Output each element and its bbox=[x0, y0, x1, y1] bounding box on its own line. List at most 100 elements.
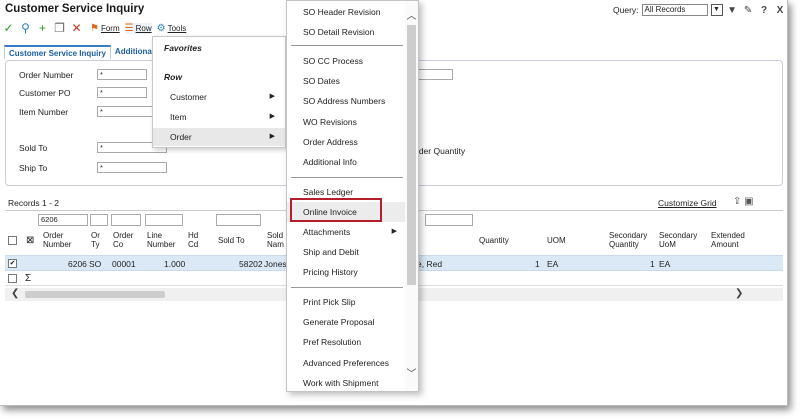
menu-item-sales-ledger[interactable]: Sales Ledger bbox=[287, 182, 405, 202]
close-icon[interactable]: X bbox=[774, 5, 787, 16]
col-or-ty[interactable]: Or Ty bbox=[91, 231, 109, 249]
row-menu-order[interactable]: Order ▶ bbox=[153, 128, 285, 146]
col-line-number[interactable]: Line Number bbox=[147, 231, 181, 249]
ship-to-field[interactable]: * bbox=[97, 162, 167, 173]
customer-po-field[interactable]: * bbox=[97, 87, 147, 98]
filter-sold-to[interactable] bbox=[216, 214, 261, 226]
query-area: Query: All Records ▼ ▼ ✎ ? X bbox=[613, 4, 787, 16]
form-icon: ⚑ bbox=[90, 22, 99, 34]
order-menu-scroll-thumb[interactable] bbox=[407, 25, 416, 285]
menu-item-pref-resolution[interactable]: Pref Resolution bbox=[287, 332, 405, 352]
filter-desc[interactable] bbox=[425, 214, 473, 226]
scroll-down-icon[interactable]: ﹀ bbox=[405, 365, 418, 380]
scroll-left-icon[interactable]: ❮ bbox=[11, 288, 19, 299]
select-all-checkbox[interactable] bbox=[8, 236, 17, 245]
menu-item-pricing-history[interactable]: Pricing History bbox=[287, 262, 405, 282]
search-icon[interactable]: ⚲ bbox=[17, 21, 34, 35]
toolbar: ✓ ⚲ + ❐ ✕ ⚑ Form ☰ Row ⚙ Tools bbox=[0, 20, 290, 36]
chevron-right-icon: ▶ bbox=[269, 133, 275, 140]
row-checkbox[interactable]: ✔ bbox=[8, 259, 17, 268]
filter-order-co[interactable] bbox=[111, 214, 141, 226]
menu-item-work-with-shipment[interactable]: Work with Shipment bbox=[287, 373, 405, 391]
col-quantity[interactable]: Quantity bbox=[479, 236, 509, 245]
cell-order-co: 00001 bbox=[112, 259, 136, 269]
menu-item-ship-and-debit[interactable]: Ship and Debit bbox=[287, 242, 405, 262]
form-menu-button[interactable]: ⚑ Form bbox=[90, 23, 120, 34]
row-menu-button[interactable]: ☰ Row bbox=[124, 22, 152, 34]
cell-line-number: 1.000 bbox=[164, 259, 186, 269]
col-sold-name[interactable]: Sold Nam bbox=[267, 231, 287, 249]
chevron-down-icon[interactable]: ▼ bbox=[710, 4, 723, 16]
cell-sold-to: 58202 bbox=[239, 259, 263, 269]
form-menu-label: Form bbox=[100, 23, 120, 33]
query-select[interactable]: All Records bbox=[641, 4, 708, 16]
tab-additional[interactable]: Additional bbox=[110, 45, 159, 59]
scroll-up-icon[interactable]: ︿ bbox=[405, 7, 418, 22]
grid-settings-icon[interactable]: ⊠ bbox=[26, 235, 34, 246]
right-input[interactable] bbox=[416, 69, 453, 80]
menu-item-attachments[interactable]: Attachments ▶ bbox=[287, 222, 405, 242]
menu-item-so-detail-revision[interactable]: SO Detail Revision bbox=[287, 22, 405, 42]
menu-item-so-header-revision[interactable]: SO Header Revision bbox=[287, 2, 405, 22]
app-title: Customer Service Inquiry bbox=[5, 3, 145, 15]
col-secondary-quantity[interactable]: Secondary Quantity bbox=[609, 231, 659, 249]
order-number-field[interactable]: * bbox=[97, 69, 147, 80]
row-menu-item[interactable]: Item ▶ bbox=[153, 108, 285, 126]
cell-secondary-quantity: 1 bbox=[650, 259, 655, 269]
menu-item-so-cc-process[interactable]: SO CC Process bbox=[287, 51, 405, 71]
add-icon[interactable]: + bbox=[34, 21, 51, 35]
totals-checkbox[interactable] bbox=[8, 274, 17, 283]
gear-icon: ⚙ bbox=[156, 22, 166, 34]
customize-grid-link[interactable]: Customize Grid bbox=[658, 198, 717, 208]
row-icon: ☰ bbox=[124, 22, 134, 34]
col-order-number[interactable]: Order Number bbox=[43, 231, 83, 249]
scroll-thumb[interactable] bbox=[25, 291, 165, 298]
col-secondary-uom[interactable]: Secondary UoM bbox=[659, 231, 709, 249]
query-label: Query: bbox=[613, 5, 639, 15]
menu-item-generate-proposal[interactable]: Generate Proposal bbox=[287, 312, 405, 332]
menu-item-online-invoice[interactable]: Online Invoice bbox=[287, 202, 405, 222]
col-sold-to[interactable]: Sold To bbox=[218, 236, 245, 245]
edit-icon[interactable]: ✎ bbox=[742, 5, 755, 16]
filter-order-number[interactable]: 6206 bbox=[38, 214, 88, 226]
cell-description: e, Red bbox=[417, 259, 443, 269]
col-order-co[interactable]: Order Co bbox=[113, 231, 138, 249]
tools-menu-button[interactable]: ⚙ Tools bbox=[157, 23, 187, 34]
tab-bar: Customer Service Inquiry Additional bbox=[4, 45, 159, 59]
menu-item-print-pick-slip[interactable]: Print Pick Slip bbox=[287, 292, 405, 312]
item-number-field[interactable]: * bbox=[97, 106, 157, 117]
ok-icon[interactable]: ✓ bbox=[0, 21, 17, 35]
row-menu-favorites[interactable]: Favorites bbox=[153, 39, 285, 57]
row-menu-item-label: Item bbox=[170, 112, 187, 122]
filter-icon[interactable]: ▼ bbox=[726, 5, 739, 16]
order-quantity-label: rder Quantity bbox=[416, 146, 466, 156]
ship-to-label: Ship To bbox=[19, 163, 48, 173]
filter-or-ty[interactable] bbox=[90, 214, 108, 226]
menu-item-advanced-preferences[interactable]: Advanced Preferences bbox=[287, 353, 405, 373]
order-menu-scrollbar[interactable]: ︿ ﹀ bbox=[405, 1, 418, 391]
menu-separator bbox=[291, 177, 403, 178]
filter-line-number[interactable] bbox=[145, 214, 183, 226]
export-icon[interactable]: ⇪ ▣ bbox=[733, 196, 754, 207]
menu-item-additional-info[interactable]: Additional Info bbox=[287, 152, 405, 172]
chevron-right-icon: ▶ bbox=[269, 93, 275, 100]
help-icon[interactable]: ? bbox=[758, 5, 771, 16]
tab-customer-service-inquiry[interactable]: Customer Service Inquiry bbox=[4, 45, 111, 59]
menu-separator bbox=[291, 45, 403, 46]
sold-to-label: Sold To bbox=[19, 143, 48, 153]
col-extended-amount[interactable]: Extended Amount bbox=[711, 231, 751, 249]
col-hd-cd[interactable]: Hd Cd bbox=[188, 231, 208, 249]
row-menu-customer[interactable]: Customer ▶ bbox=[153, 88, 285, 106]
cell-secondary-uom: EA bbox=[659, 259, 671, 269]
menu-item-so-address-numbers[interactable]: SO Address Numbers bbox=[287, 91, 405, 111]
sum-icon: Σ bbox=[25, 273, 32, 284]
delete-icon[interactable]: ✕ bbox=[68, 21, 85, 35]
chevron-right-icon: ▶ bbox=[391, 228, 397, 235]
col-uom[interactable]: UOM bbox=[547, 236, 566, 245]
app-window: Customer Service Inquiry Query: All Reco… bbox=[0, 0, 788, 406]
copy-icon[interactable]: ❐ bbox=[51, 21, 68, 35]
menu-item-so-dates[interactable]: SO Dates bbox=[287, 71, 405, 91]
menu-item-wo-revisions[interactable]: WO Revisions bbox=[287, 112, 405, 132]
menu-item-order-address[interactable]: Order Address bbox=[287, 132, 405, 152]
scroll-right-icon[interactable]: ❯ bbox=[735, 288, 743, 299]
